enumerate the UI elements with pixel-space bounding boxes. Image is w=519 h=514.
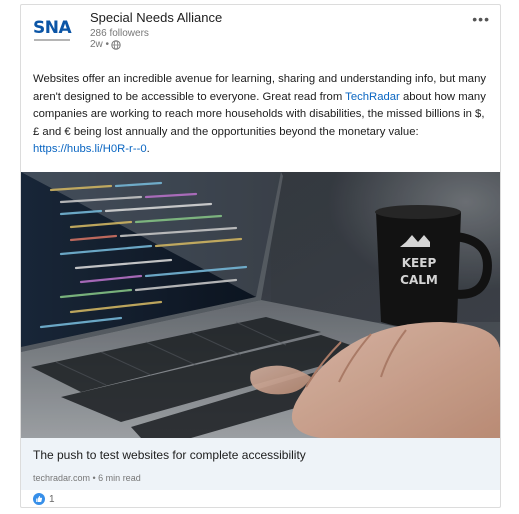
post-text-end: .: [146, 143, 150, 155]
mention-link[interactable]: TechRadar: [345, 91, 400, 103]
article-title: The push to test websites for complete a…: [33, 448, 306, 462]
logo-underline: [34, 39, 70, 41]
post-header: SNA Special Needs Alliance 286 followers…: [21, 5, 500, 51]
article-url-link[interactable]: https://hubs.li/H0R-r--0: [33, 143, 147, 155]
post-meta: 2w •: [90, 39, 121, 50]
follower-count: 286 followers: [90, 28, 149, 39]
reaction-count: 1: [49, 493, 55, 505]
reaction-summary[interactable]: 1: [33, 493, 55, 505]
logo-text: SNA: [33, 18, 72, 38]
article-source: techradar.com • 6 min read: [33, 473, 141, 483]
more-options-button[interactable]: •••: [472, 11, 490, 27]
globe-icon: [111, 39, 121, 50]
article-link-preview[interactable]: The push to test websites for complete a…: [21, 438, 500, 490]
post-card: SNA Special Needs Alliance 286 followers…: [20, 4, 501, 508]
laptop-typing-photo: KEEP CALM: [21, 172, 500, 438]
like-icon: [33, 493, 45, 505]
article-image[interactable]: KEEP CALM: [21, 172, 500, 438]
post-time: 2w •: [90, 39, 110, 50]
post-text: Websites offer an incredible avenue for …: [33, 71, 491, 159]
company-logo[interactable]: SNA: [33, 19, 75, 45]
author-name[interactable]: Special Needs Alliance: [90, 10, 222, 25]
